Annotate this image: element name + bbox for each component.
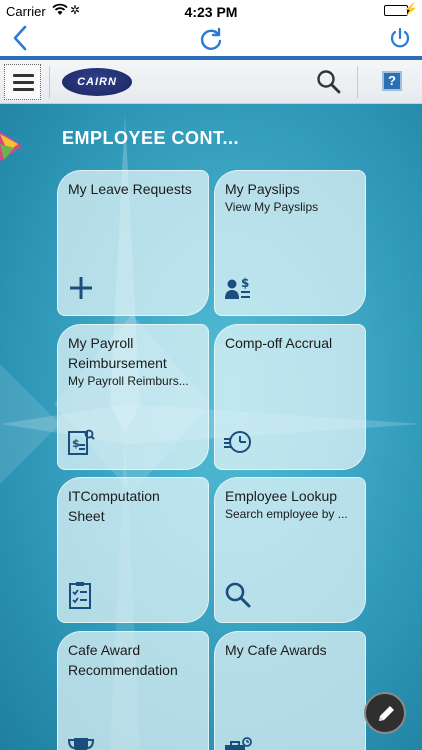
content-area: EMPLOYEE CONT... My Leave Requests My Pa… (0, 104, 422, 750)
svg-text:$: $ (72, 437, 80, 450)
chevron-left-icon[interactable] (12, 24, 28, 57)
tile-employee-lookup[interactable]: Employee Lookup Search employee by ... (214, 477, 366, 623)
tile-title: My Payslips (225, 181, 300, 197)
hamburger-menu-icon[interactable] (4, 64, 41, 100)
company-logo: CAIRN (62, 68, 132, 96)
header-divider (357, 66, 358, 98)
power-icon[interactable] (388, 26, 412, 55)
charging-icon: ⚡ (403, 2, 418, 16)
svg-text:$: $ (241, 276, 249, 290)
reload-icon[interactable] (198, 26, 224, 57)
tile-my-payroll-reimbursement[interactable]: My Payroll Reimbursement My Payroll Reim… (57, 324, 209, 470)
tile-cafe-award-recommendation[interactable]: Cafe Award Recommendation (57, 631, 209, 750)
search-icon (223, 580, 253, 610)
tile-title: Comp-off Accrual (225, 335, 333, 351)
app-header: CAIRN ? (0, 60, 422, 104)
tile-subtitle: My Payroll Reimburs... (68, 374, 189, 388)
tile-my-leave-requests[interactable]: My Leave Requests (57, 170, 209, 316)
tile-comp-off-accrual[interactable]: Comp-off Accrual (214, 324, 366, 470)
trophy-icon (66, 734, 96, 750)
award-briefcase-icon: ★ (223, 734, 253, 750)
search-icon[interactable] (316, 69, 342, 100)
help-icon[interactable]: ? (382, 71, 402, 91)
tile-title: ITComputation Sheet (68, 488, 160, 524)
tile-subtitle: View My Payslips (225, 200, 319, 214)
person-dollar-icon: $ (223, 273, 253, 303)
clock-list-icon (223, 427, 253, 457)
page-title: EMPLOYEE CONT... (62, 128, 240, 148)
receipt-search-icon: $ (66, 427, 96, 457)
tile-my-cafe-awards[interactable]: My Cafe Awards ★ (214, 631, 366, 750)
checklist-icon (66, 580, 96, 610)
tile-title: Cafe Award Recommendation (68, 642, 178, 678)
status-time: 4:23 PM (184, 4, 238, 20)
browser-nav-bar (0, 22, 422, 56)
tile-itcomputation-sheet[interactable]: ITComputation Sheet (57, 477, 209, 623)
tile-subtitle: Search employee by ... (225, 507, 348, 521)
tile-my-payslips[interactable]: My Payslips View My Payslips $ (214, 170, 366, 316)
pencil-icon (379, 706, 394, 721)
status-bar: Carrier ✲ 4:23 PM ⚡ (0, 0, 422, 22)
tile-title: My Cafe Awards (225, 642, 327, 658)
header-divider (49, 66, 50, 98)
tile-title: My Leave Requests (68, 181, 192, 197)
edit-fab-button[interactable] (364, 692, 406, 734)
tile-title: Employee Lookup (225, 488, 338, 504)
tile-title: My Payroll Reimbursement (68, 335, 167, 371)
plus-icon (66, 273, 96, 303)
